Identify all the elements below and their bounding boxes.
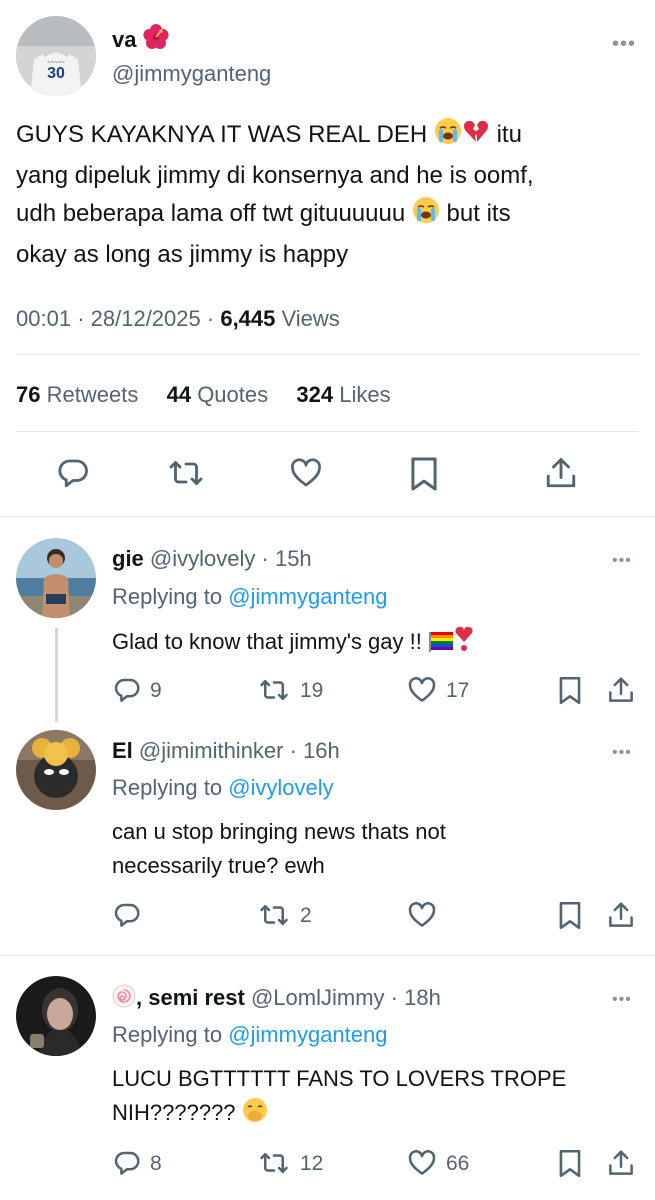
mention-link[interactable]: @jimmyganteng xyxy=(228,1022,387,1047)
share-icon[interactable] xyxy=(606,900,636,930)
retweet-count: 12 xyxy=(300,1152,324,1175)
loudly-crying-face-icon xyxy=(434,117,462,157)
reply-text: can u stop bringing news thats not neces… xyxy=(112,819,446,878)
reply-avatar[interactable] xyxy=(16,730,96,810)
retweet-count: 2 xyxy=(300,904,312,927)
retweet-icon[interactable] xyxy=(258,900,290,930)
jersey-number: 30 xyxy=(47,65,65,82)
engagement-stats: 76 Retweets 44 Quotes 324 Likes xyxy=(16,381,391,409)
author-avatar[interactable]: 30 ~~~~~ xyxy=(16,16,96,96)
reply-text: Glad to know that jimmy's gay !! xyxy=(112,624,474,662)
bookmark-icon[interactable] xyxy=(557,675,583,706)
reply-time[interactable]: · 16h xyxy=(290,738,340,763)
reply-author-handle[interactable]: @jimimithinker xyxy=(139,738,284,763)
hibiscus-icon xyxy=(143,24,169,57)
views-label: Views xyxy=(281,306,340,331)
mention-link[interactable]: @ivylovely xyxy=(228,775,333,800)
likes-stat[interactable]: 324 Likes xyxy=(296,382,390,407)
reply-icon[interactable] xyxy=(112,1148,142,1178)
reply-time[interactable]: · 18h xyxy=(391,985,441,1010)
reply-header: , semi rest @LomlJimmy · 18h xyxy=(112,984,441,1015)
fish-cake-icon xyxy=(112,984,136,1015)
quotes-stat[interactable]: 44 Quotes xyxy=(167,382,269,407)
retweet-icon[interactable] xyxy=(258,1148,290,1178)
reply-author-name[interactable]: El xyxy=(112,738,133,763)
reply-count: 9 xyxy=(150,679,162,702)
face-with-hand-over-mouth-icon xyxy=(242,1097,268,1133)
like-icon[interactable] xyxy=(407,675,437,705)
retweet-icon[interactable] xyxy=(258,675,290,705)
like-icon[interactable] xyxy=(407,1148,437,1178)
replying-to: Replying to @jimmyganteng xyxy=(112,1022,388,1047)
like-icon[interactable] xyxy=(407,900,437,930)
author-name[interactable]: va xyxy=(112,24,169,57)
rainbow-flag-icon xyxy=(428,628,454,662)
replying-to: Replying to @jimmyganteng xyxy=(112,584,388,609)
replying-to: Replying to @ivylovely xyxy=(112,775,334,800)
reply-avatar[interactable] xyxy=(16,538,96,618)
svg-text:~~~~~: ~~~~~ xyxy=(47,60,65,66)
bookmark-icon[interactable] xyxy=(408,455,440,493)
heart-exclamation-icon xyxy=(454,624,474,662)
retweet-count: 19 xyxy=(300,679,324,702)
reply-author-handle[interactable]: @LomlJimmy xyxy=(251,985,385,1010)
author-handle[interactable]: @jimmyganteng xyxy=(112,60,271,88)
more-icon[interactable]: ••• xyxy=(612,992,632,1008)
reply-author-handle[interactable]: @ivylovely xyxy=(150,546,255,571)
reply-time[interactable]: · 15h xyxy=(262,546,312,571)
retweet-icon[interactable] xyxy=(167,455,205,491)
tweet-meta: 00:01 · 28/12/2025 · 6,445 Views xyxy=(16,306,340,331)
reply-icon[interactable] xyxy=(112,675,142,705)
reply-header: El @jimimithinker · 16h xyxy=(112,737,340,765)
reply-author-name[interactable]: gie xyxy=(112,546,144,571)
reply-author-name[interactable]: , semi rest xyxy=(136,985,245,1010)
reply-header: gie @ivylovely · 15h xyxy=(112,545,312,573)
tweet-date[interactable]: 28/12/2025 xyxy=(91,306,201,331)
reply-icon[interactable] xyxy=(112,900,142,930)
share-icon[interactable] xyxy=(606,675,636,705)
retweets-stat[interactable]: 76 Retweets xyxy=(16,382,138,407)
share-icon[interactable] xyxy=(543,455,579,491)
bookmark-icon[interactable] xyxy=(557,900,583,931)
more-icon[interactable]: ••• xyxy=(612,34,636,54)
mention-link[interactable]: @jimmyganteng xyxy=(228,584,387,609)
share-icon[interactable] xyxy=(606,1148,636,1178)
like-count: 66 xyxy=(446,1152,470,1175)
reply-count: 8 xyxy=(150,1152,162,1175)
reply-icon[interactable] xyxy=(55,455,91,491)
reply-avatar[interactable] xyxy=(16,976,96,1056)
like-count: 17 xyxy=(446,679,470,702)
tweet-time[interactable]: 00:01 xyxy=(16,306,71,331)
broken-heart-icon xyxy=(462,117,490,157)
like-icon[interactable] xyxy=(288,456,324,490)
views-count: 6,445 xyxy=(220,306,276,331)
tweet-text: GUYS KAYAKNYA IT WAS REAL DEH itu yang d… xyxy=(16,116,636,274)
reply-text: LUCU BGTTTTTT FANS TO LOVERS TROPE NIH??… xyxy=(112,1062,566,1133)
more-icon[interactable]: ••• xyxy=(612,745,632,761)
bookmark-icon[interactable] xyxy=(557,1148,583,1179)
more-icon[interactable]: ••• xyxy=(612,553,632,569)
loudly-crying-face-icon xyxy=(412,196,440,236)
